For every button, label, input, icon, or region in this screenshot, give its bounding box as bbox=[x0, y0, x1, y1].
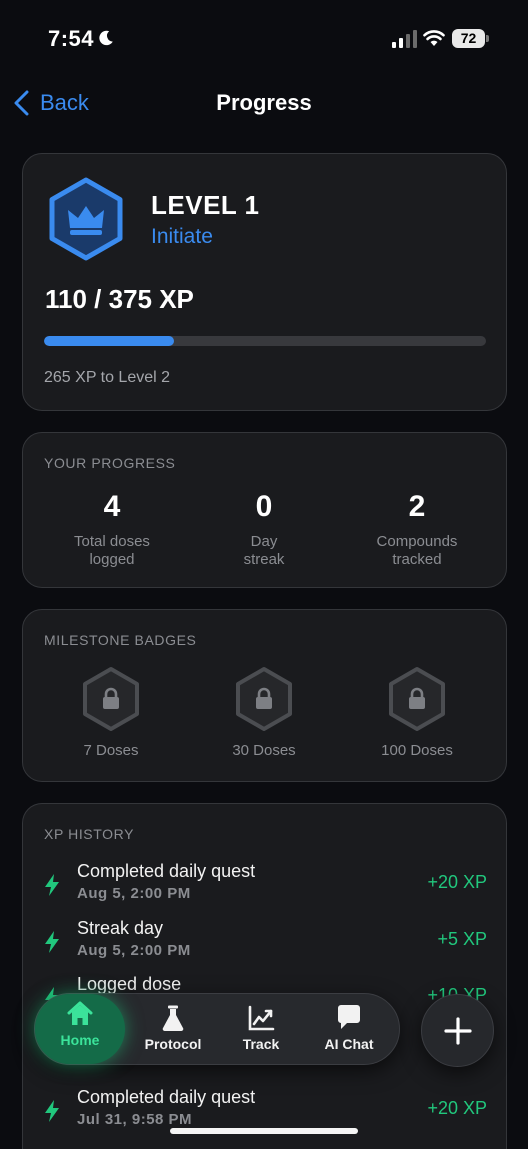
status-time: 7:54 bbox=[48, 26, 95, 51]
tab-home[interactable]: Home bbox=[35, 994, 125, 1064]
badges-card: MILESTONE BADGES 7 Doses 30 Doses 100 Do… bbox=[22, 609, 507, 782]
badge-label: 7 Doses bbox=[83, 742, 139, 759]
chart-icon bbox=[248, 1005, 275, 1031]
stat-label: Total doses logged bbox=[74, 533, 150, 568]
tab-track[interactable]: Track bbox=[217, 998, 305, 1062]
tab-label: Track bbox=[242, 1036, 280, 1052]
history-title: Completed daily quest bbox=[77, 1087, 256, 1107]
stat-value: 4 bbox=[103, 490, 121, 523]
stat-label: Compounds tracked bbox=[376, 533, 458, 568]
badge-30-doses[interactable]: 30 Doses bbox=[194, 666, 334, 759]
status-bar: 7:54 72 bbox=[0, 0, 528, 80]
bolt-icon bbox=[45, 874, 59, 896]
history-row: Streak day Aug 5, 2:00 PM +5 XP bbox=[23, 918, 508, 962]
history-time: Jul 31, 9:58 PM bbox=[77, 1111, 193, 1128]
progress-card: YOUR PROGRESS 4 Total doses logged 0 Day… bbox=[22, 432, 507, 588]
history-row: Completed daily quest Jul 31, 9:58 PM +2… bbox=[23, 1087, 508, 1131]
tab-label: AI Chat bbox=[324, 1036, 374, 1052]
tab-protocol[interactable]: Protocol bbox=[129, 998, 217, 1062]
history-xp: +20 XP bbox=[427, 1098, 487, 1118]
signal-icon bbox=[392, 30, 417, 48]
history-title: Completed daily quest bbox=[77, 861, 256, 881]
history-xp: +20 XP bbox=[427, 872, 487, 892]
page-title: Progress bbox=[216, 90, 312, 115]
badge-label: 100 Doses bbox=[381, 742, 453, 759]
lock-icon bbox=[236, 667, 292, 731]
battery-level: 72 bbox=[452, 29, 485, 48]
history-title: Streak day bbox=[77, 918, 164, 938]
lock-icon bbox=[389, 667, 445, 731]
chat-icon bbox=[338, 1005, 360, 1029]
flask-icon bbox=[162, 1005, 184, 1032]
xp-history-card: XP HISTORY Completed daily quest Aug 5, … bbox=[22, 803, 507, 1149]
tab-label: Home bbox=[60, 1032, 100, 1048]
tab-bar: Home Protocol Track AI Chat bbox=[34, 993, 400, 1065]
badge-100-doses[interactable]: 100 Doses bbox=[347, 666, 487, 759]
stat-total-doses: 4 Total doses logged bbox=[37, 489, 187, 569]
bolt-icon bbox=[45, 931, 59, 953]
section-heading: YOUR PROGRESS bbox=[44, 455, 176, 471]
xp-total: 110 / 375 XP bbox=[45, 284, 194, 314]
stat-value: 2 bbox=[408, 490, 426, 523]
home-icon bbox=[67, 1001, 93, 1025]
xp-remaining: 265 XP to Level 2 bbox=[44, 369, 171, 386]
tab-label: Protocol bbox=[144, 1036, 202, 1052]
wifi-icon bbox=[423, 30, 445, 46]
xp-progress-fill bbox=[44, 336, 174, 346]
history-title: Logged dose bbox=[77, 974, 182, 994]
stat-compounds: 2 Compounds tracked bbox=[342, 489, 492, 569]
history-time: Aug 5, 2:00 PM bbox=[77, 942, 191, 959]
progress-screen: 7:54 72 Back Progress LEVEL 1 Initiate 1… bbox=[0, 0, 528, 1149]
section-heading: XP HISTORY bbox=[44, 826, 135, 842]
crown-icon bbox=[49, 177, 123, 261]
stat-label: Day streak bbox=[243, 533, 285, 568]
tab-ai-chat[interactable]: AI Chat bbox=[305, 998, 393, 1062]
stat-value: 0 bbox=[255, 490, 273, 523]
history-time: Aug 5, 2:00 PM bbox=[77, 885, 191, 902]
stat-day-streak: 0 Day streak bbox=[189, 489, 339, 569]
badge-7-doses[interactable]: 7 Doses bbox=[41, 666, 181, 759]
level-card: LEVEL 1 Initiate 110 / 375 XP 265 XP to … bbox=[22, 153, 507, 411]
home-indicator bbox=[170, 1128, 358, 1134]
section-heading: MILESTONE BADGES bbox=[44, 632, 197, 648]
level-label: LEVEL 1 bbox=[151, 190, 260, 220]
rank-label: Initiate bbox=[151, 225, 213, 248]
nav-bar: Back Progress bbox=[0, 80, 528, 126]
plus-icon bbox=[444, 1017, 472, 1045]
lock-icon bbox=[83, 667, 139, 731]
badge-label: 30 Doses bbox=[232, 742, 296, 759]
xp-progress-bar bbox=[44, 336, 486, 346]
history-row: Completed daily quest Aug 5, 2:00 PM +20… bbox=[23, 861, 508, 905]
moon-icon bbox=[99, 30, 113, 46]
add-button[interactable] bbox=[421, 994, 494, 1067]
history-xp: +5 XP bbox=[437, 929, 487, 949]
bolt-icon bbox=[45, 1100, 59, 1122]
battery-icon: 72 bbox=[452, 29, 489, 48]
